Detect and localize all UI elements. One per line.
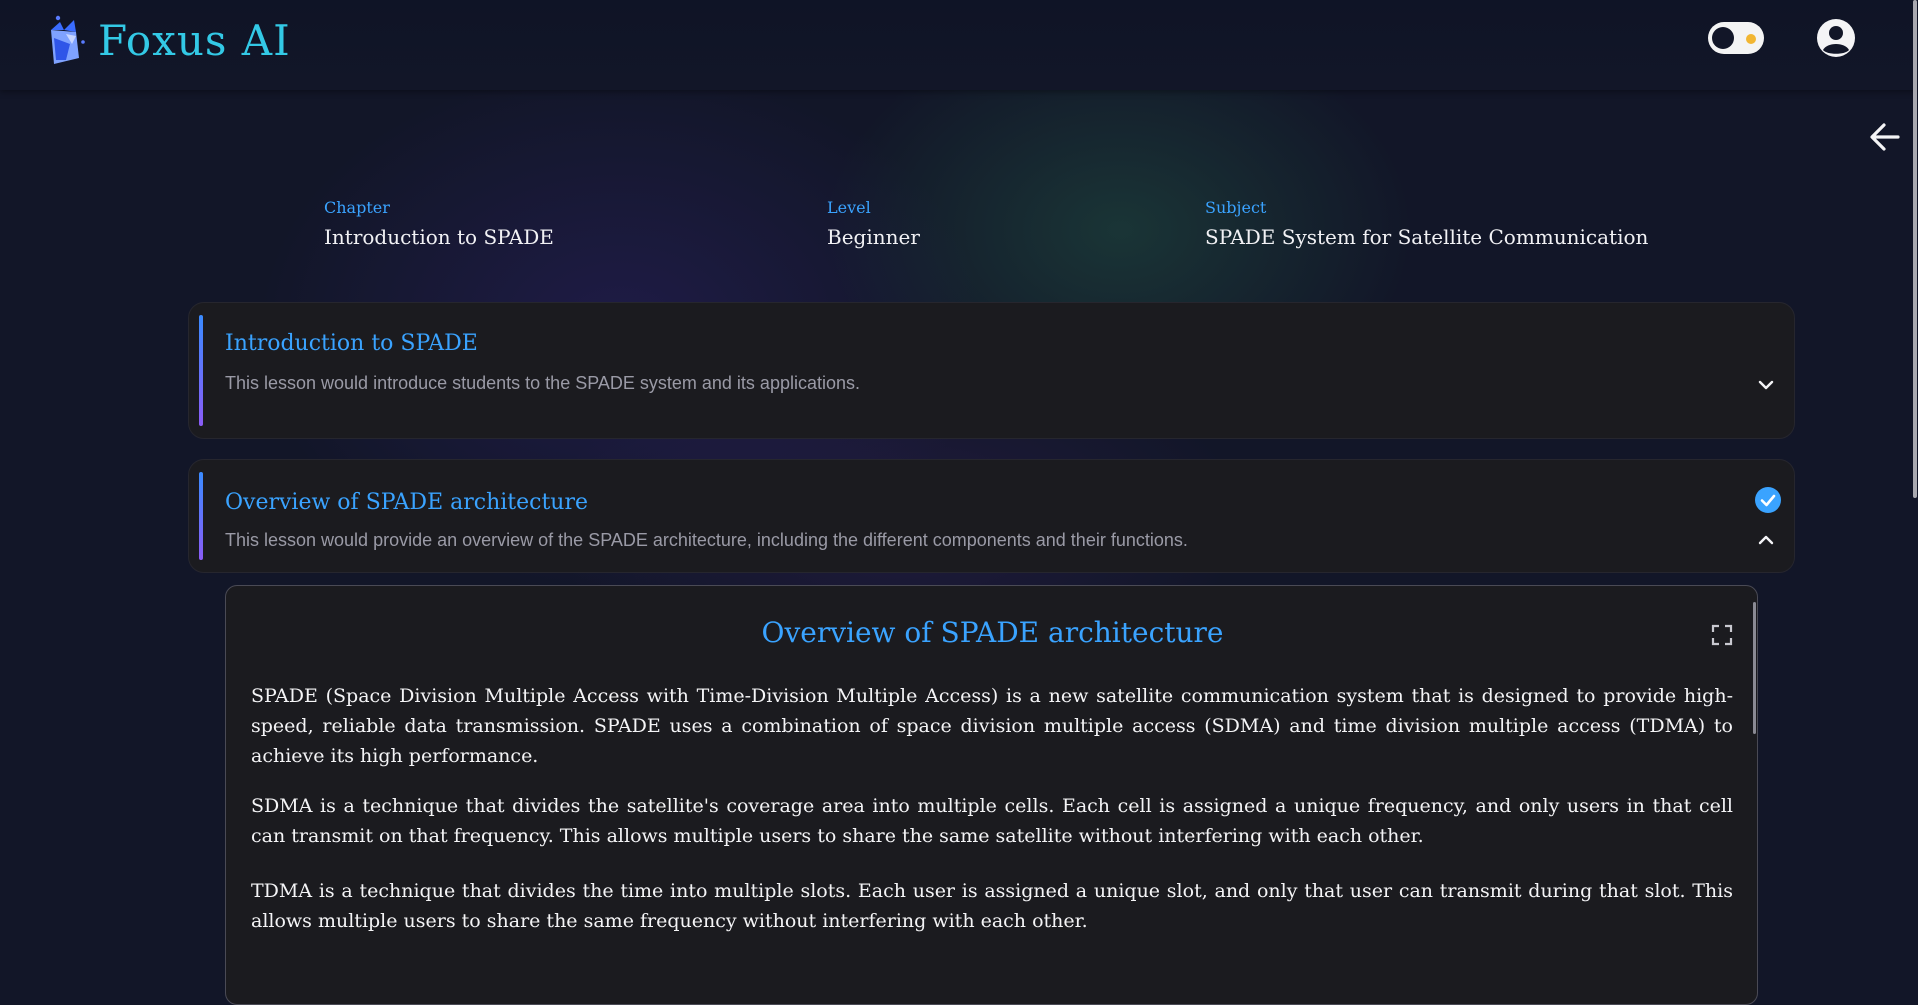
lesson-content-panel: Overview of SPADE architecture SPADE (Sp… [225,585,1758,1005]
back-arrow-icon[interactable] [1868,120,1902,154]
lesson-description: This lesson would introduce students to … [225,373,860,393]
chevron-down-icon[interactable] [1756,375,1776,395]
fullscreen-icon[interactable] [1711,624,1733,646]
lesson-card-introduction[interactable]: Introduction to SPADE This lesson would … [188,302,1795,439]
level-value: Beginner [827,225,920,249]
content-paragraph: SDMA is a technique that divides the sat… [251,795,1733,847]
chapter-value: Introduction to SPADE [324,225,554,249]
subject-info: Subject SPADE System for Satellite Commu… [1205,198,1648,249]
lesson-accent-bar [199,315,203,426]
app-name: Foxus AI [98,15,291,65]
lesson-description: This lesson would provide an overview of… [225,530,1188,550]
page-scrollbar[interactable] [1913,0,1917,498]
content-paragraph: TDMA is a technique that divides the tim… [251,880,1733,932]
level-info: Level Beginner [827,198,920,249]
sun-icon [1746,34,1756,44]
subject-label: Subject [1205,198,1267,217]
chapter-info: Chapter Introduction to SPADE [324,198,554,249]
fox-logo-icon [51,15,85,64]
check-circle-icon [1755,487,1781,513]
account-icon[interactable] [1816,18,1856,58]
top-bar: Foxus AI [0,0,1918,90]
level-label: Level [827,198,871,217]
subject-value: SPADE System for Satellite Communication [1205,225,1649,249]
content-paragraph: SPADE (Space Division Multiple Access wi… [251,685,1733,767]
lesson-title: Overview of SPADE architecture [225,490,589,515]
panel-scrollbar[interactable] [1753,602,1756,734]
lesson-accent-bar [199,472,203,560]
app-logo[interactable]: Foxus AI [46,14,291,66]
toggle-knob [1712,27,1734,49]
theme-toggle[interactable] [1708,22,1764,54]
chapter-label: Chapter [324,198,390,217]
content-title: Overview of SPADE architecture [761,616,1224,649]
lesson-title: Introduction to SPADE [225,331,478,356]
chevron-up-icon[interactable] [1756,530,1776,550]
lesson-card-overview[interactable]: Overview of SPADE architecture This less… [188,459,1795,573]
